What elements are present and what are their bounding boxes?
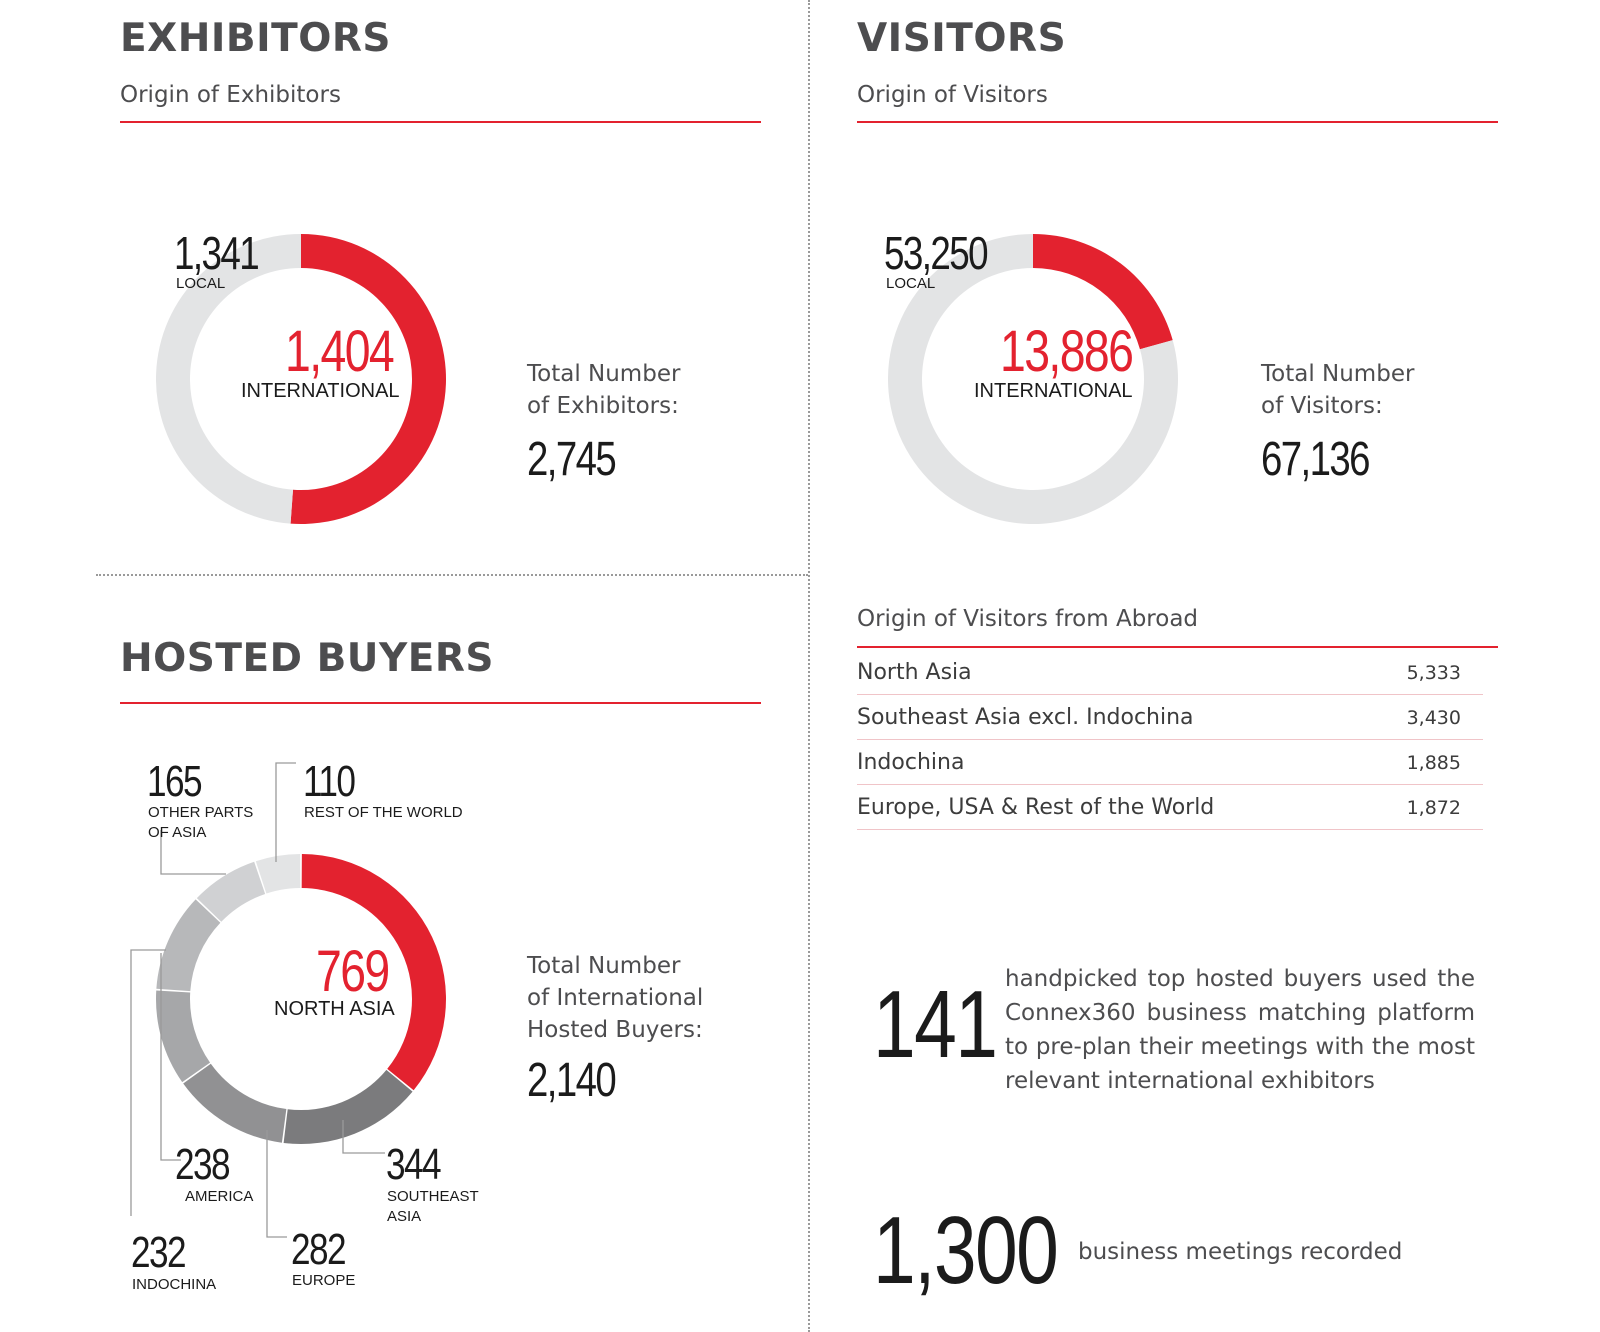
- buyers-count: 141: [873, 971, 998, 1078]
- row-name: North Asia: [857, 660, 972, 685]
- buyers-main-label: NORTH ASIA: [274, 998, 395, 1020]
- donut-slice-europe: [183, 1063, 287, 1143]
- exhibitors-intl-value: 1,404: [285, 319, 395, 384]
- callout-other-asia-label-1: OTHER PARTS: [148, 804, 254, 821]
- callout-indochina-value: 232: [131, 1228, 187, 1277]
- visitors-total-label-2: of Visitors:: [1261, 393, 1383, 419]
- exhibitors-title: EXHIBITORS: [120, 16, 391, 61]
- abroad-table: North Asia 5,333 Southeast Asia excl. In…: [857, 650, 1498, 840]
- table-row: Europe, USA & Rest of the World 1,872: [857, 785, 1483, 830]
- visitors-intl-value: 13,886: [1000, 319, 1134, 384]
- buyers-total-label-3: Hosted Buyers:: [527, 1017, 703, 1043]
- callout-rest-world-label: REST OF THE WORLD: [304, 804, 463, 821]
- callout-other-asia-label-2: OF ASIA: [148, 824, 207, 841]
- donut-slice-america: [156, 899, 221, 992]
- callout-southeast-label-1: SOUTHEAST: [387, 1188, 479, 1205]
- row-name: Southeast Asia excl. Indochina: [857, 705, 1194, 730]
- buyers-leader-lines: [130, 762, 385, 1238]
- buyers-title: HOSTED BUYERS: [120, 636, 494, 681]
- callout-america-value: 238: [175, 1140, 231, 1189]
- callout-europe-label: EUROPE: [292, 1272, 356, 1289]
- row-name: Indochina: [857, 750, 965, 775]
- buyers-total-label-2: of International: [527, 985, 704, 1011]
- donut-slice-indochina: [156, 990, 211, 1083]
- leader-rest-world: [275, 762, 296, 862]
- row-value: 1,872: [1406, 797, 1461, 819]
- callout-indochina-label: INDOCHINA: [132, 1276, 217, 1293]
- buyers-total-label-1: Total Number: [527, 953, 681, 979]
- row-value: 5,333: [1406, 662, 1461, 684]
- visitors-intl-label: INTERNATIONAL: [974, 380, 1133, 402]
- buyers-rule: [120, 702, 761, 704]
- meetings-text: business meetings recorded: [1078, 1239, 1403, 1265]
- horizontal-divider: [96, 574, 808, 576]
- visitors-title: VISITORS: [857, 16, 1067, 61]
- callout-other-asia-value: 165: [147, 757, 203, 806]
- exhibitors-total-value: 2,745: [527, 433, 617, 486]
- callout-europe-value: 282: [291, 1225, 347, 1274]
- callout-rest-world-value: 110: [303, 757, 356, 806]
- exhibitors-intl-label: INTERNATIONAL: [241, 380, 400, 402]
- visitors-local-label: LOCAL: [886, 275, 936, 292]
- exhibitors-total-label-2: of Exhibitors:: [527, 393, 679, 419]
- visitors-total-label-1: Total Number: [1261, 361, 1415, 387]
- meetings-count: 1,300: [873, 1197, 1059, 1304]
- table-row: North Asia 5,333: [857, 650, 1483, 695]
- donut-slice-southeast-asia: [283, 1069, 413, 1144]
- abroad-title: Origin of Visitors from Abroad: [857, 606, 1199, 632]
- row-value: 1,885: [1406, 752, 1461, 774]
- table-row: Indochina 1,885: [857, 740, 1483, 785]
- visitors-local-value: 53,250: [884, 227, 989, 279]
- visitors-rule: [857, 121, 1498, 123]
- exhibitors-local-label: LOCAL: [176, 275, 226, 292]
- buyers-main-value: 769: [316, 939, 390, 1004]
- abroad-rule: [857, 646, 1498, 648]
- buyers-total-value: 2,140: [527, 1054, 617, 1107]
- exhibitors-subtitle: Origin of Exhibitors: [120, 82, 341, 108]
- visitors-total-value: 67,136: [1261, 433, 1370, 486]
- row-value: 3,430: [1406, 707, 1461, 729]
- buyers-count-text: handpicked top hosted buyers used the Co…: [1005, 966, 1475, 1094]
- callout-southeast-label-2: ASIA: [387, 1208, 422, 1225]
- visitors-subtitle: Origin of Visitors: [857, 82, 1048, 108]
- vertical-divider: [808, 0, 810, 1332]
- exhibitors-rule: [120, 121, 761, 123]
- leader-europe: [266, 1130, 287, 1238]
- callout-america-label: AMERICA: [185, 1188, 254, 1205]
- row-name: Europe, USA & Rest of the World: [857, 795, 1215, 820]
- exhibitors-local-value: 1,341: [174, 227, 260, 279]
- table-row: Southeast Asia excl. Indochina 3,430: [857, 695, 1483, 740]
- callout-southeast-value: 344: [386, 1140, 442, 1189]
- exhibitors-total-label-1: Total Number: [527, 361, 681, 387]
